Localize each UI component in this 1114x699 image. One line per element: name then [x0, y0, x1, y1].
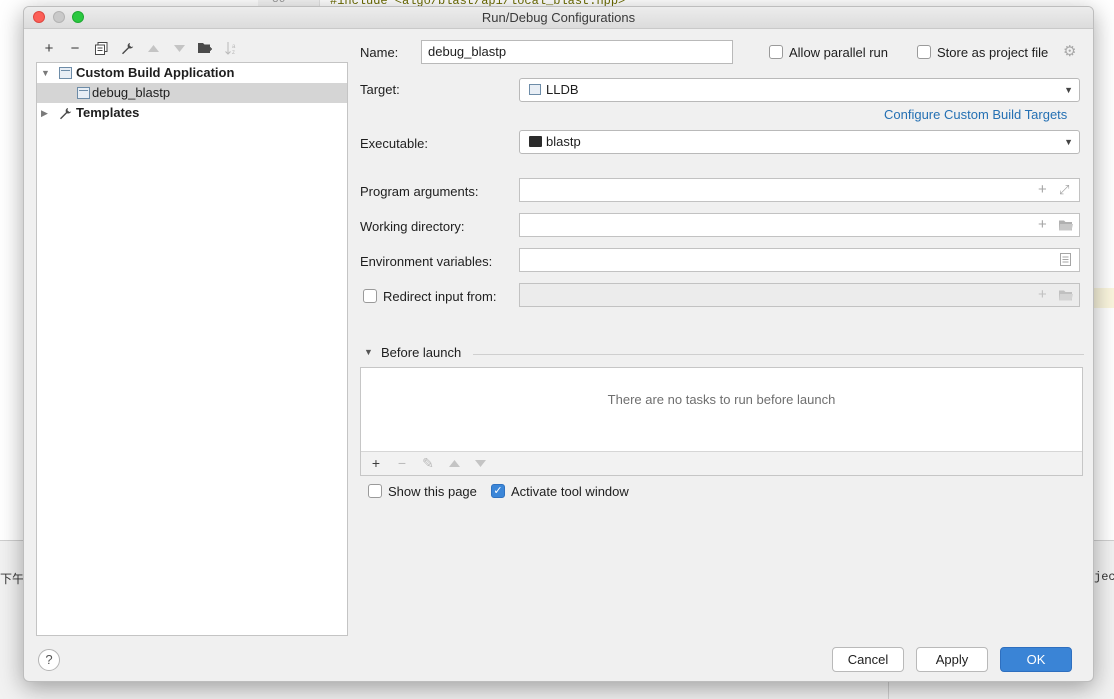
allow-parallel-label: Allow parallel run	[789, 45, 888, 60]
expanded-arrow-icon: ▼	[364, 347, 373, 357]
window-title: Run/Debug Configurations	[481, 10, 636, 25]
background-left-fragment: 下午	[0, 573, 25, 587]
wrench-icon	[59, 106, 72, 120]
background-highlight	[1094, 288, 1114, 308]
config-tree: ▼ Custom Build Application debug_blastp …	[36, 62, 348, 636]
before-launch-title: Before launch	[381, 345, 462, 360]
add-task-icon[interactable]: +	[363, 452, 389, 474]
app-config-icon	[59, 67, 72, 79]
move-up-icon[interactable]	[140, 37, 166, 59]
tree-item-debug-blastp[interactable]: debug_blastp	[37, 83, 347, 103]
allow-parallel-checkbox[interactable]	[769, 45, 783, 59]
collapsed-arrow-icon[interactable]: ▶	[41, 103, 48, 123]
cancel-button[interactable]: Cancel	[832, 647, 904, 672]
move-down-icon[interactable]	[467, 452, 493, 474]
env-vars-input[interactable]	[519, 248, 1080, 272]
move-up-icon[interactable]	[441, 452, 467, 474]
name-label: Name:	[360, 45, 399, 60]
before-launch-panel: There are no tasks to run before launch …	[360, 367, 1083, 476]
ok-button[interactable]: OK	[1000, 647, 1072, 672]
sort-icon[interactable]: az	[218, 37, 244, 59]
svg-text:z: z	[232, 50, 235, 55]
insert-macro-icon[interactable]: +	[1038, 181, 1047, 198]
program-args-input[interactable]	[519, 178, 1080, 202]
new-folder-icon[interactable]	[192, 37, 218, 59]
target-label: Target:	[360, 82, 400, 97]
edit-task-icon[interactable]: ✎	[415, 452, 441, 474]
executable-value: blastp	[546, 134, 581, 149]
tree-templates-label: Templates	[76, 105, 140, 120]
target-select[interactable]: LLDB ▼	[519, 78, 1080, 102]
before-launch-toolbar: + − ✎	[361, 451, 1082, 475]
remove-icon[interactable]: −	[62, 37, 88, 59]
help-button[interactable]: ?	[38, 649, 60, 671]
configure-targets-link[interactable]: Configure Custom Build Targets	[884, 107, 1067, 122]
run-debug-dialog: Run/Debug Configurations + − az ▼ Custom…	[23, 6, 1094, 682]
background-right-fragment: jec	[1094, 570, 1114, 584]
working-dir-input[interactable]	[519, 213, 1080, 237]
before-launch-header[interactable]: ▼ Before launch	[360, 345, 1084, 363]
tree-group-templates[interactable]: ▶ Templates	[37, 103, 347, 123]
insert-macro-icon[interactable]: +	[1038, 286, 1047, 303]
copy-icon[interactable]	[88, 37, 114, 59]
working-dir-label: Working directory:	[360, 219, 465, 234]
activate-tool-label: Activate tool window	[511, 484, 629, 499]
title-bar: Run/Debug Configurations	[24, 7, 1093, 29]
wrench-icon[interactable]	[114, 37, 140, 59]
folder-icon[interactable]	[1059, 288, 1073, 305]
name-input[interactable]: debug_blastp	[421, 40, 733, 64]
store-project-label: Store as project file	[937, 45, 1049, 60]
env-vars-label: Environment variables:	[360, 254, 493, 269]
gear-icon[interactable]: ⚙	[1063, 42, 1076, 60]
insert-macro-icon[interactable]: +	[1038, 216, 1047, 233]
add-icon[interactable]: +	[36, 37, 62, 59]
section-divider	[473, 354, 1084, 355]
zoom-window-button[interactable]	[72, 11, 84, 23]
tree-group-label: Custom Build Application	[76, 65, 235, 80]
terminal-icon	[529, 136, 542, 147]
close-window-button[interactable]	[33, 11, 45, 23]
tree-item-label: debug_blastp	[92, 85, 171, 100]
expanded-arrow-icon[interactable]: ▼	[41, 63, 50, 83]
store-project-checkbox[interactable]	[917, 45, 931, 59]
config-toolbar: + − az	[36, 37, 244, 59]
app-config-icon	[529, 84, 541, 95]
expand-icon[interactable]: ⤢	[1059, 182, 1069, 198]
redirect-input-checkbox[interactable]	[363, 289, 377, 303]
executable-select[interactable]: blastp ▼	[519, 130, 1080, 154]
chevron-down-icon: ▼	[1064, 137, 1073, 147]
chevron-down-icon: ▼	[1064, 85, 1073, 95]
minimize-window-button[interactable]	[53, 11, 65, 23]
document-icon[interactable]	[1060, 253, 1071, 270]
apply-button[interactable]: Apply	[916, 647, 988, 672]
target-value: LLDB	[546, 82, 579, 97]
show-page-label: Show this page	[388, 484, 477, 499]
tree-group-custom-build[interactable]: ▼ Custom Build Application	[37, 63, 347, 83]
redirect-input-label: Redirect input from:	[383, 289, 497, 304]
redirect-input-field[interactable]	[519, 283, 1080, 307]
before-launch-empty-text: There are no tasks to run before launch	[607, 392, 836, 407]
executable-label: Executable:	[360, 136, 428, 151]
show-page-checkbox[interactable]	[368, 484, 382, 498]
remove-task-icon[interactable]: −	[389, 452, 415, 474]
move-down-icon[interactable]	[166, 37, 192, 59]
program-args-label: Program arguments:	[360, 184, 479, 199]
activate-tool-checkbox[interactable]: ✓	[491, 484, 505, 498]
folder-icon[interactable]	[1059, 218, 1073, 235]
app-config-icon	[77, 87, 90, 99]
